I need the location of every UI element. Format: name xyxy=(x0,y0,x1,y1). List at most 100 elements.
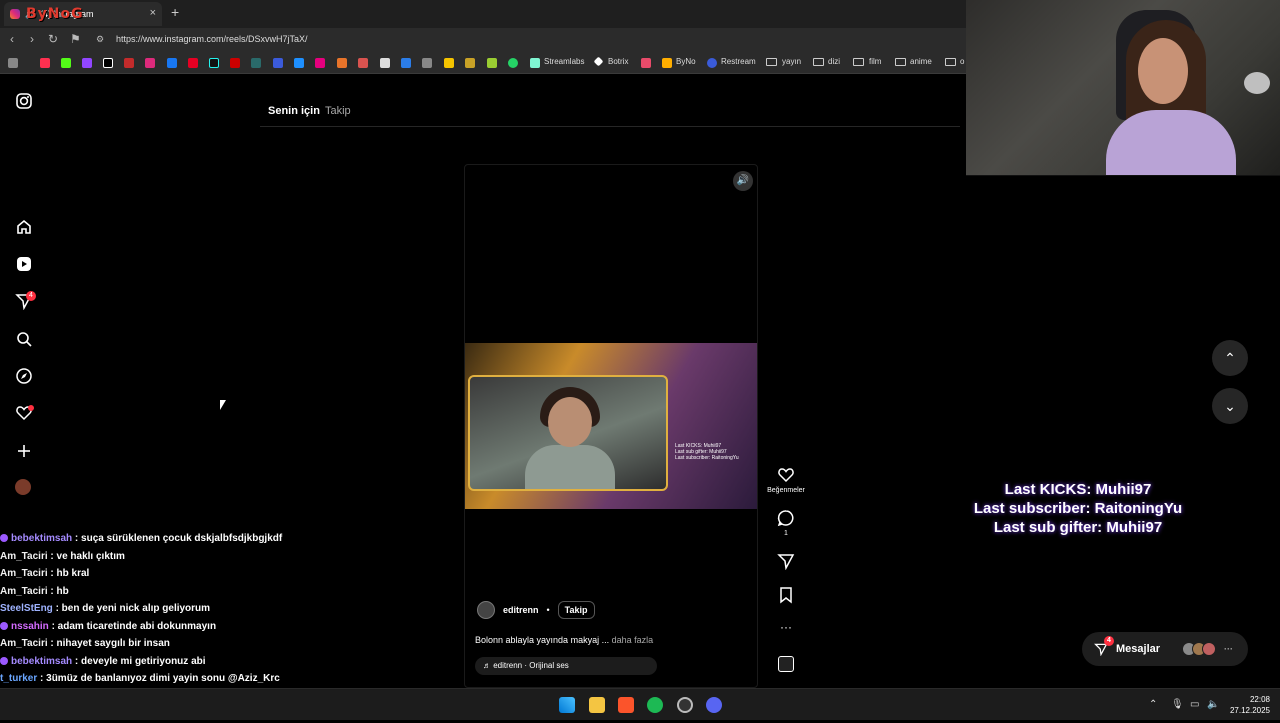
brave-browser-icon[interactable] xyxy=(618,697,634,713)
tray-expand-icon[interactable]: ⌃ xyxy=(1149,699,1157,710)
caption-more-link[interactable]: daha fazla xyxy=(612,635,654,645)
network-icon[interactable]: ▭ xyxy=(1190,699,1199,710)
bookmark-restream[interactable]: Restream xyxy=(721,57,756,66)
bookmark-icon[interactable]: ⚑ xyxy=(70,32,81,46)
folder-icon[interactable] xyxy=(766,58,777,66)
bookmark-botrix[interactable]: Botrix xyxy=(608,57,628,66)
blue2-bookmark-icon[interactable] xyxy=(401,58,411,68)
last-sub-gifter-text: Last sub gifter: Muhii97 xyxy=(993,519,1163,536)
restream-icon[interactable] xyxy=(707,58,717,68)
volume-tray-icon[interactable]: 🔈 xyxy=(1207,699,1219,710)
x-bookmark-icon[interactable] xyxy=(103,58,113,68)
microphone-icon[interactable]: 🎙 xyxy=(1171,699,1184,710)
save-bookmark-icon[interactable] xyxy=(776,586,796,604)
forward-icon[interactable]: › xyxy=(30,32,34,46)
messages-button[interactable]: 4 Mesajlar ··· xyxy=(1082,632,1248,666)
byno-icon[interactable] xyxy=(641,58,651,68)
more-dots-icon[interactable]: ··· xyxy=(1224,644,1233,654)
reels-icon[interactable] xyxy=(15,255,33,273)
instagram-logo-icon[interactable] xyxy=(15,92,33,110)
y-bookmark-icon[interactable] xyxy=(315,58,325,68)
reel-webcam-frame xyxy=(468,375,668,491)
follow-button[interactable]: Takip xyxy=(557,601,595,619)
chat-text: : hb xyxy=(50,585,69,597)
red-bookmark-icon[interactable] xyxy=(230,58,240,68)
new-tab-button[interactable]: + xyxy=(171,4,179,20)
facebook-bookmark-icon[interactable] xyxy=(167,58,177,68)
tab-for-you[interactable]: Senin için xyxy=(268,105,320,117)
bookmark-film[interactable]: film xyxy=(869,57,881,66)
explore-icon[interactable] xyxy=(15,367,33,385)
spotify-icon[interactable] xyxy=(647,697,663,713)
obs-icon[interactable] xyxy=(677,697,693,713)
bookmark-o[interactable]: o xyxy=(960,57,964,66)
chat-message: bebektimsah : suça sürüklenen çocuk dskj… xyxy=(0,530,420,548)
windows-start-icon[interactable] xyxy=(559,697,575,713)
stream-stats-overlay: Last KICKS: Muhii97 Last subscriber: Rai… xyxy=(968,480,1188,537)
folder-icon[interactable] xyxy=(945,58,956,66)
whatsapp-bookmark-icon[interactable] xyxy=(508,58,518,68)
instagram-bookmark-icon[interactable] xyxy=(145,58,155,68)
gray-bookmark-icon[interactable] xyxy=(422,58,432,68)
home-icon[interactable] xyxy=(15,218,33,236)
next-reel-button[interactable]: ⌄ xyxy=(1212,388,1248,424)
volume-icon[interactable]: 🔊 xyxy=(733,171,753,191)
previous-reel-button[interactable]: ⌃ xyxy=(1212,340,1248,376)
bookmark-streamlabs[interactable]: Streamlabs xyxy=(544,57,584,66)
more-options-icon[interactable]: ··· xyxy=(776,620,796,634)
chat-text: : 3ümüz de banlanıyoz dimi yayin sonu @A… xyxy=(40,673,280,684)
chat-message: Am_Taciri : hb xyxy=(0,583,420,601)
profile-avatar[interactable] xyxy=(15,479,31,495)
file-explorer-icon[interactable] xyxy=(589,697,605,713)
url-field[interactable]: https://www.instagram.com/reels/DSxvwH7j… xyxy=(116,34,308,44)
kick-bookmark-icon[interactable] xyxy=(61,58,71,68)
apps-grid-icon[interactable] xyxy=(8,58,18,68)
pinterest-bookmark-icon[interactable] xyxy=(188,58,198,68)
chat-username: Am_Taciri xyxy=(0,585,48,597)
system-clock[interactable]: 22:08 27.12.2025 xyxy=(1222,694,1270,716)
comment-icon[interactable] xyxy=(776,509,796,527)
bookmark-yayin[interactable]: yayın xyxy=(782,57,801,66)
tv-bookmark-icon[interactable] xyxy=(124,58,134,68)
reel-player[interactable]: 🔊 Last KICKS: Muhii97 Last sub gifter: M… xyxy=(464,164,758,688)
discord-icon[interactable] xyxy=(706,697,722,713)
youtube-bookmark-icon[interactable] xyxy=(40,58,50,68)
chat-text: : hb kral xyxy=(50,568,90,579)
green-bookmark-icon[interactable] xyxy=(487,58,497,68)
b-bookmark-icon[interactable] xyxy=(273,58,283,68)
gold-bookmark-icon[interactable] xyxy=(465,58,475,68)
botrix-icon[interactable] xyxy=(593,56,604,67)
create-plus-icon[interactable] xyxy=(15,442,33,460)
folder-icon[interactable] xyxy=(853,58,864,66)
bookmark-anime[interactable]: anime xyxy=(910,57,932,66)
like-heart-icon[interactable] xyxy=(776,466,796,484)
search-icon[interactable] xyxy=(15,330,33,348)
amazon-bookmark-icon[interactable] xyxy=(380,58,390,68)
folder-icon[interactable] xyxy=(813,58,824,66)
hb-bookmark-icon[interactable] xyxy=(358,58,368,68)
bookmark-dizi[interactable]: dizi xyxy=(828,57,840,66)
audio-page-thumbnail[interactable] xyxy=(778,656,794,672)
author-avatar[interactable] xyxy=(477,601,495,619)
reel-video-frame[interactable]: Last KICKS: Muhii97 Last sub gifter: Muh… xyxy=(465,343,757,509)
reel-video-overlay-text: Last KICKS: Muhii97 Last sub gifter: Muh… xyxy=(675,443,755,461)
reload-icon[interactable]: ↻ xyxy=(48,32,58,46)
yellow-bookmark-icon[interactable] xyxy=(444,58,454,68)
folder-icon[interactable] xyxy=(895,58,906,66)
blue-bookmark-icon[interactable] xyxy=(294,58,304,68)
tab-close-icon[interactable]: × xyxy=(150,7,156,19)
author-username[interactable]: editrenn xyxy=(503,605,539,615)
share-icon[interactable] xyxy=(776,552,796,570)
orange-bookmark-icon[interactable] xyxy=(337,58,347,68)
tiktok-bookmark-icon[interactable] xyxy=(209,58,219,68)
streamlabs-icon[interactable] xyxy=(530,58,540,68)
byno-logo-icon[interactable] xyxy=(662,58,672,68)
teal-bookmark-icon[interactable] xyxy=(251,58,261,68)
reel-audio-track[interactable]: ♬ editrenn · Orijinal ses xyxy=(475,657,657,675)
back-icon[interactable]: ‹ xyxy=(10,32,14,46)
tab-following[interactable]: Takip xyxy=(325,105,351,117)
bookmark-byno[interactable]: ByNo xyxy=(676,57,696,66)
windows-taskbar: ⌃ 🎙 ▭ 🔈 22:08 27.12.2025 xyxy=(0,688,1280,720)
site-info-icon[interactable]: ⚙ xyxy=(96,34,104,45)
twitch-bookmark-icon[interactable] xyxy=(82,58,92,68)
